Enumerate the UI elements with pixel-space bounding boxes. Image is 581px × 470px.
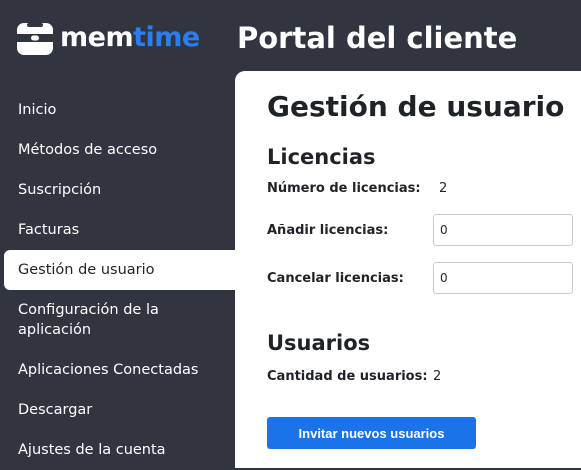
sidebar-item-suscripcion[interactable]: Suscripción xyxy=(0,170,235,210)
sidebar-item-descargar[interactable]: Descargar xyxy=(0,390,235,430)
license-count-label: Número de licencias: xyxy=(267,181,421,196)
cancel-licenses-label: Cancelar licencias: xyxy=(267,271,404,286)
licenses-heading: Licencias xyxy=(267,145,376,169)
sidebar-item-aplicaciones-conectadas[interactable]: Aplicaciones Conectadas xyxy=(0,350,235,390)
portal-title: Portal del cliente xyxy=(237,21,518,55)
main-panel: Gestión de usuario Licencias Número de l… xyxy=(235,71,581,468)
sidebar-nav: Inicio Métodos de acceso Suscripción Fac… xyxy=(0,90,235,470)
sidebar-item-configuracion-aplicacion[interactable]: Configuración de la aplicación xyxy=(0,290,235,350)
sidebar-item-metodos-de-acceso[interactable]: Métodos de acceso xyxy=(0,130,235,170)
logo-text-time: time xyxy=(133,22,200,53)
logo-text-mem: mem xyxy=(60,22,134,53)
sidebar-item-facturas[interactable]: Facturas xyxy=(0,210,235,250)
cancel-licenses-input[interactable] xyxy=(433,262,573,294)
user-count-value: 2 xyxy=(433,369,442,384)
top-header: memtime Portal del cliente xyxy=(0,0,581,72)
sidebar-item-ajustes-de-la-cuenta[interactable]: Ajustes de la cuenta xyxy=(0,430,235,470)
user-count-label: Cantidad de usuarios: xyxy=(267,369,428,384)
memtime-logo-icon xyxy=(17,23,53,55)
invite-users-button[interactable]: Invitar nuevos usuarios xyxy=(267,417,476,449)
add-licenses-label: Añadir licencias: xyxy=(267,223,389,238)
page-title: Gestión de usuario xyxy=(267,90,565,123)
sidebar-item-gestion-de-usuario[interactable]: Gestión de usuario xyxy=(4,250,235,290)
add-licenses-input[interactable] xyxy=(433,214,573,246)
sidebar-item-inicio[interactable]: Inicio xyxy=(0,90,235,130)
users-heading: Usuarios xyxy=(267,331,371,355)
memtime-logo[interactable]: memtime xyxy=(16,22,200,56)
license-count-value: 2 xyxy=(439,181,448,196)
